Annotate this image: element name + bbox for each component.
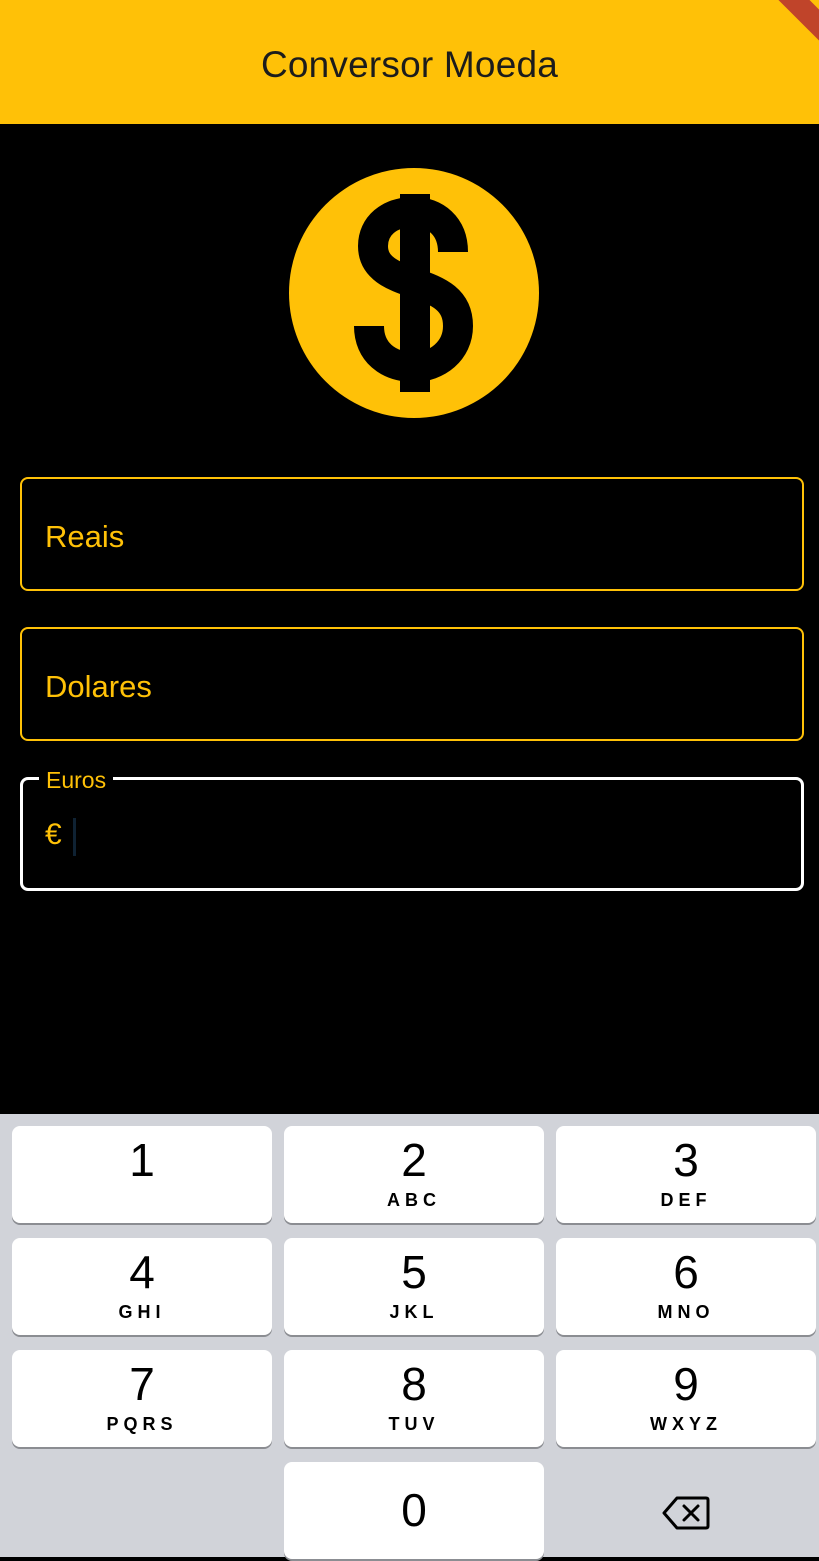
app-bar: Conversor Moeda <box>0 0 819 124</box>
euros-label: Euros <box>39 768 114 792</box>
text-cursor <box>73 818 76 856</box>
key-digit: 4 <box>129 1246 155 1298</box>
reais-field[interactable]: Reais <box>20 477 804 591</box>
key-digit: 7 <box>129 1358 155 1410</box>
key-letters: PQRS <box>106 1414 178 1434</box>
key-digit: 9 <box>673 1358 699 1410</box>
reais-label: Reais <box>45 519 125 554</box>
key-letters: DEF <box>660 1190 712 1210</box>
key-letters: WXYZ <box>650 1414 722 1434</box>
key-9[interactable]: 9 WXYZ <box>556 1350 816 1447</box>
app-title: Conversor Moeda <box>260 44 559 85</box>
key-digit: 2 <box>401 1134 427 1186</box>
key-8[interactable]: 8 TUV <box>284 1350 544 1447</box>
euros-field[interactable]: Euros € <box>20 768 804 891</box>
backspace-icon <box>662 1496 710 1529</box>
key-letters: ABC <box>387 1190 441 1210</box>
key-1[interactable]: 1 <box>12 1126 272 1223</box>
key-0[interactable]: 0 <box>284 1462 544 1559</box>
key-digit: 1 <box>129 1134 155 1186</box>
key-digit: 5 <box>401 1246 427 1298</box>
key-2[interactable]: 2 ABC <box>284 1126 544 1223</box>
key-6[interactable]: 6 MNO <box>556 1238 816 1335</box>
key-letters: GHI <box>118 1302 166 1322</box>
key-digit: 0 <box>401 1484 427 1536</box>
key-7[interactable]: 7 PQRS <box>12 1350 272 1447</box>
key-4[interactable]: 4 GHI <box>12 1238 272 1335</box>
key-digit: 3 <box>673 1134 699 1186</box>
dolares-label: Dolares <box>45 669 152 704</box>
key-digit: 6 <box>673 1246 699 1298</box>
numeric-keyboard: 1 2 ABC 3 DEF 4 GHI 5 JKL 6 MNO 7 PQRS 8… <box>0 1114 819 1559</box>
backspace-key[interactable] <box>556 1464 816 1561</box>
euro-prefix: € <box>45 818 62 851</box>
key-letters: TUV <box>388 1414 440 1434</box>
dollar-coin-icon <box>289 168 539 418</box>
dolares-field[interactable]: Dolares <box>20 627 804 741</box>
key-letters: MNO <box>657 1302 715 1322</box>
key-3[interactable]: 3 DEF <box>556 1126 816 1223</box>
key-letters: JKL <box>389 1302 439 1322</box>
key-digit: 8 <box>401 1358 427 1410</box>
key-5[interactable]: 5 JKL <box>284 1238 544 1335</box>
